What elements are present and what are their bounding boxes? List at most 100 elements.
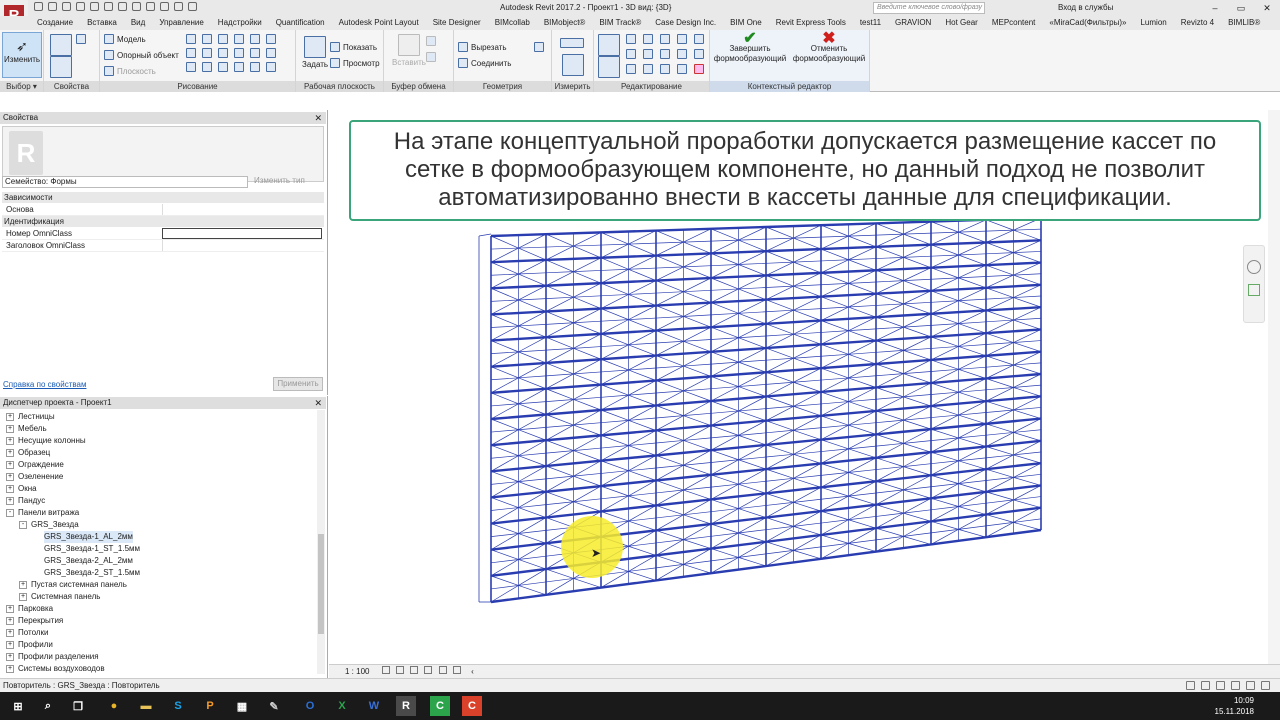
tab-19[interactable]: Lumion	[1133, 16, 1173, 30]
pin-icon[interactable]	[694, 49, 704, 59]
file-explorer-icon[interactable]: ▬	[136, 696, 156, 716]
collapse-icon[interactable]: -	[6, 508, 14, 517]
hide-isolate-icon[interactable]	[452, 666, 461, 674]
save-icon[interactable]	[48, 2, 57, 11]
aligned-dimension-icon[interactable]	[560, 38, 584, 48]
polygon-icon[interactable]	[218, 34, 228, 44]
sign-in-button[interactable]: Вход в службы	[1058, 3, 1113, 12]
zoom-icon[interactable]	[1248, 284, 1260, 296]
fillet-arc-icon[interactable]	[218, 48, 228, 58]
print-icon[interactable]	[90, 2, 99, 11]
tree-item[interactable]: GRS_Звезда-2_AL_2мм	[44, 555, 133, 567]
ellipse-icon[interactable]	[250, 48, 260, 58]
calendar-icon[interactable]: ▦	[232, 696, 252, 716]
ellipse-axes-icon[interactable]	[250, 62, 260, 72]
type-properties-icon[interactable]	[76, 34, 86, 44]
tree-item[interactable]: + Образец	[6, 447, 50, 459]
scale-icon[interactable]	[643, 64, 653, 74]
expand-icon[interactable]: +	[6, 472, 14, 481]
tree-item[interactable]: + Системы воздуховодов	[6, 663, 105, 675]
crop-view-icon[interactable]	[438, 666, 447, 674]
expand-icon[interactable]: +	[6, 436, 14, 445]
tree-item[interactable]: + Потолки	[6, 627, 49, 639]
mirror-icon[interactable]	[626, 34, 636, 44]
scrollbar-thumb[interactable]	[318, 534, 324, 634]
ref-point-icon[interactable]	[266, 62, 276, 72]
close-icon[interactable]: ✕	[1254, 0, 1280, 16]
rectangle-icon[interactable]	[202, 34, 212, 44]
property-value[interactable]	[162, 204, 322, 215]
tree-item[interactable]: + Озеленение	[6, 471, 63, 483]
tab-8[interactable]: BIMcollab	[488, 16, 537, 30]
drag-elements-icon[interactable]	[1246, 681, 1255, 690]
properties-icon[interactable]	[50, 34, 72, 56]
expand-icon[interactable]: +	[6, 460, 14, 469]
expand-icon[interactable]: +	[19, 580, 27, 589]
extend-icon[interactable]	[660, 64, 670, 74]
select-panel-label[interactable]: Выбор ▾	[0, 81, 43, 92]
close-icon[interactable]: ✕	[314, 112, 322, 124]
detail-level-icon[interactable]	[381, 666, 390, 674]
tab-4[interactable]: Надстройки	[211, 16, 269, 30]
pick-face-icon[interactable]	[218, 62, 228, 72]
paste-button[interactable]: Вставить	[392, 34, 426, 67]
tab-13[interactable]: Revit Express Tools	[769, 16, 853, 30]
pick-lines-icon[interactable]	[202, 62, 212, 72]
split-gap-icon[interactable]	[677, 49, 687, 59]
expand-icon[interactable]: +	[6, 484, 14, 493]
cut-icon[interactable]	[426, 36, 436, 46]
tab-7[interactable]: Site Designer	[426, 16, 488, 30]
shadows-icon[interactable]	[424, 666, 433, 674]
text-icon[interactable]	[118, 2, 127, 11]
tree-item[interactable]: + Лестницы	[6, 411, 55, 423]
select-underlay-icon[interactable]	[1201, 681, 1210, 690]
expand-icon[interactable]: +	[6, 652, 14, 661]
3d-viewport[interactable]: ➤ На этапе концептуальной проработки доп…	[329, 110, 1280, 678]
maximize-icon[interactable]: ▭	[1228, 0, 1254, 16]
tab-16[interactable]: Hot Gear	[938, 16, 984, 30]
plane-button[interactable]: Плоскость	[104, 66, 156, 76]
split-face-icon[interactable]	[534, 42, 544, 52]
select-links-icon[interactable]	[1186, 681, 1195, 690]
tab-0[interactable]: Создание	[30, 16, 80, 30]
delete-icon[interactable]	[694, 64, 704, 74]
tree-item[interactable]: + Парковка	[6, 603, 53, 615]
expand-icon[interactable]: +	[6, 424, 14, 433]
expand-icon[interactable]: +	[6, 616, 14, 625]
switch-windows-icon[interactable]	[188, 2, 197, 11]
circle-icon[interactable]	[250, 34, 260, 44]
tab-21[interactable]: BIMLIB®	[1221, 16, 1267, 30]
show-workplane-button[interactable]: Показать	[330, 42, 377, 52]
camtasia-red-icon[interactable]: C	[462, 696, 482, 716]
collapse-icon[interactable]: -	[19, 520, 27, 529]
tab-15[interactable]: GRAVION	[888, 16, 938, 30]
section-icon[interactable]	[146, 2, 155, 11]
property-group[interactable]: Идентификация	[2, 216, 324, 227]
offset-icon[interactable]	[660, 34, 670, 44]
align-icon[interactable]	[598, 34, 620, 56]
open-icon[interactable]	[34, 2, 43, 11]
family-types-icon[interactable]	[50, 56, 72, 78]
tab-6[interactable]: Autodesk Point Layout	[332, 16, 426, 30]
tab-1[interactable]: Вставка	[80, 16, 124, 30]
tree-item[interactable]: + Профили	[6, 639, 53, 651]
tab-18[interactable]: «MiraCad(Фильтры)»	[1042, 16, 1133, 30]
property-group[interactable]: Зависимости	[2, 192, 324, 203]
paint-icon[interactable]: ✎	[264, 696, 284, 716]
excel-icon[interactable]: X	[332, 696, 352, 716]
array-icon[interactable]	[626, 64, 636, 74]
undo-icon[interactable]	[62, 2, 71, 11]
tab-14[interactable]: test11	[853, 16, 888, 30]
expand-icon[interactable]: +	[6, 664, 14, 673]
tree-item[interactable]: - GRS_Звезда	[19, 519, 79, 531]
viewport-scrollbar[interactable]	[1268, 110, 1280, 664]
tree-item[interactable]: + Пандус	[6, 495, 45, 507]
tab-12[interactable]: BIM One	[723, 16, 769, 30]
partial-ellipse-icon[interactable]	[266, 48, 276, 58]
trim-icon[interactable]	[677, 34, 687, 44]
tree-item[interactable]: + Мебель	[6, 423, 47, 435]
browser-scrollbar[interactable]	[317, 410, 325, 674]
expand-icon[interactable]: +	[6, 448, 14, 457]
tree-item[interactable]: + Несущие колонны	[6, 435, 86, 447]
modify-button[interactable]: ➶ Изменить	[2, 32, 42, 78]
